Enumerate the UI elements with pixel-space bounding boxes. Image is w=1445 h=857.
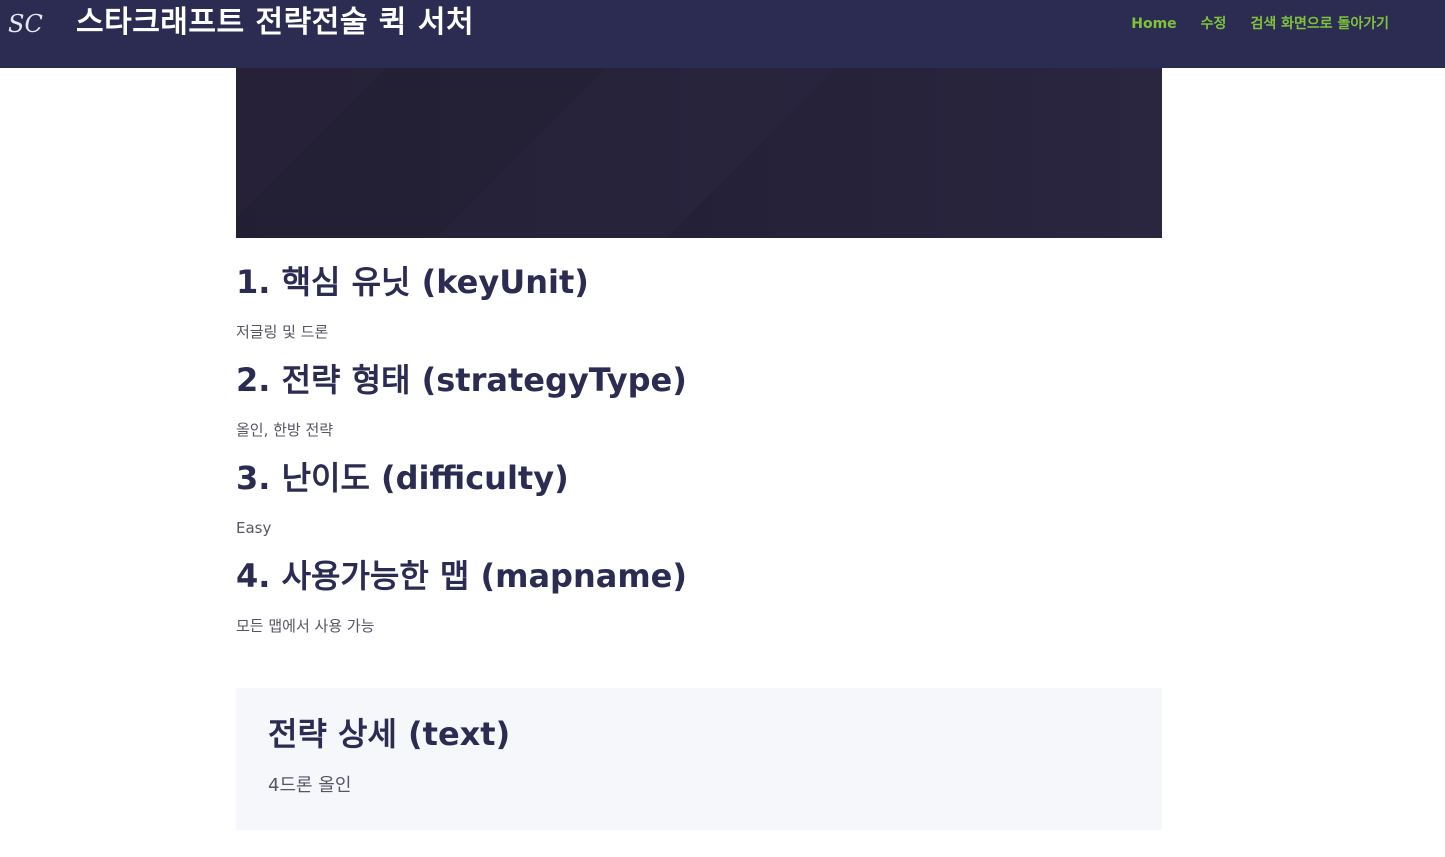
key-unit-value: 저글링 및 드론 [236, 323, 329, 341]
hero-background-pattern [236, 68, 1162, 238]
mapname-heading: 4. 사용가능한 맵 (mapname) [236, 557, 687, 595]
hero-banner [236, 68, 1162, 238]
top-navbar: SC 스타크래프트 전략전술 퀵 서처 Home 수정 검색 화면으로 돌아가기 [0, 0, 1445, 68]
strategy-type-value: 올인, 한방 전략 [236, 421, 334, 439]
mapname-value: 모든 맵에서 사용 가능 [236, 617, 375, 635]
logo-text: SC [8, 10, 43, 37]
key-unit-heading: 1. 핵심 유닛 (keyUnit) [236, 263, 589, 301]
site-title[interactable]: 스타크래프트 전략전술 퀵 서처 [76, 4, 474, 42]
difficulty-heading: 3. 난이도 (difficulty) [236, 459, 569, 497]
difficulty-value: Easy [236, 519, 272, 537]
strategy-detail-text: 4드론 올인 [268, 775, 352, 796]
nav-back-to-search-link[interactable]: 검색 화면으로 돌아가기 [1250, 14, 1389, 34]
main-nav: Home 수정 검색 화면으로 돌아가기 [1131, 14, 1389, 34]
strategy-type-heading: 2. 전략 형태 (strategyType) [236, 361, 687, 399]
nav-edit-link[interactable]: 수정 [1201, 14, 1227, 34]
starcraft-logo[interactable]: SC [6, 9, 50, 37]
strategy-detail-title: 전략 상세 (text) [268, 715, 511, 753]
nav-home-link[interactable]: Home [1131, 14, 1176, 34]
strategy-detail-box: 전략 상세 (text) 4드론 올인 [236, 688, 1162, 830]
